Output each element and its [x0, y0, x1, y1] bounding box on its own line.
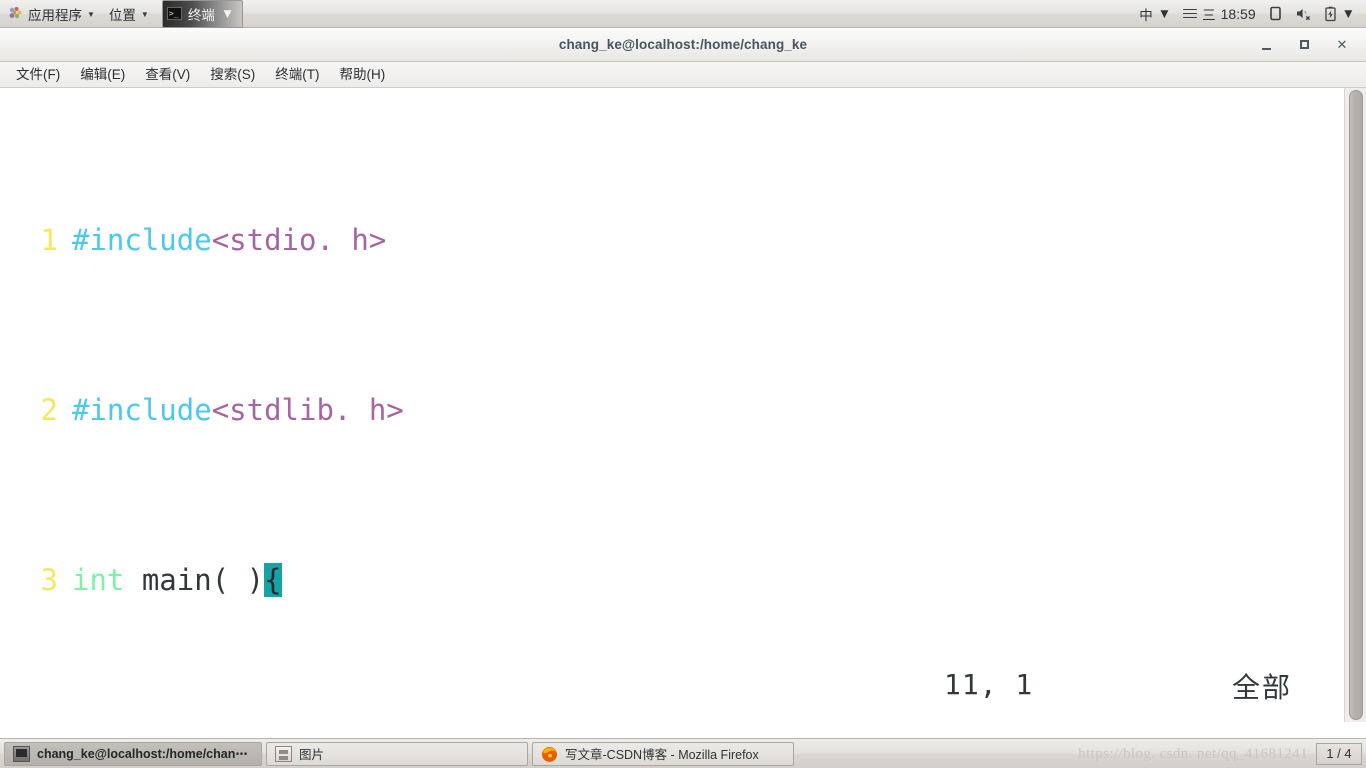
scroll-percent: 全部: [1232, 672, 1293, 703]
token-header: <stdlib. h>: [211, 392, 404, 427]
token-keyword: int: [72, 562, 125, 597]
menu-help[interactable]: 帮助(H): [330, 62, 396, 88]
maximize-button[interactable]: [1296, 37, 1312, 53]
line-number: 1: [40, 222, 58, 257]
menu-edit[interactable]: 编辑(E): [70, 62, 135, 88]
calendar-icon: [1183, 8, 1198, 19]
top-panel: 应用程序 ▼ 位置 ▼ >_ 终端 ▼ 中 ▼ 三 18:59 ▼: [0, 0, 1366, 28]
terminal-scrollbar[interactable]: [1344, 88, 1366, 722]
token-identifier: main( ): [124, 562, 265, 597]
clock-applet[interactable]: 三 18:59: [1178, 0, 1261, 28]
cursor-position: 11, 1: [944, 668, 1034, 701]
taskbar-item-label: 写文章-CSDN博客 - Mozilla Firefox: [565, 748, 759, 762]
workspace-switcher[interactable]: 1 / 4: [1316, 742, 1362, 765]
image-viewer-icon: [275, 745, 292, 762]
taskbar-item-terminal[interactable]: chang_ke@localhost:/home/chan⋯: [4, 741, 262, 766]
chevron-down-icon: ▼: [140, 9, 149, 19]
panel-status-area: 中 ▼ 三 18:59 ▼: [1134, 0, 1366, 28]
taskbar-item-firefox[interactable]: 写文章-CSDN博客 - Mozilla Firefox: [532, 741, 794, 766]
taskbar-item-label: chang_ke@localhost:/home/chan⋯: [37, 747, 248, 761]
volume-indicator[interactable]: [1290, 0, 1317, 28]
token-preprocessor: #include: [72, 222, 212, 257]
chevron-down-icon: ▼: [220, 6, 235, 21]
chevron-down-icon: ▼: [87, 9, 95, 19]
line-number: 3: [40, 562, 58, 597]
menubar: 文件(F) 编辑(E) 查看(V) 搜索(S) 终端(T) 帮助(H): [0, 62, 1366, 88]
vim-status-line: 11, 1 全部: [0, 668, 1344, 708]
code-line: 2 #include<stdlib. h>: [0, 389, 1344, 432]
line-number: 2: [40, 392, 58, 427]
terminal-window: chang_ke@localhost:/home/chang_ke ✕ 文件(F…: [0, 28, 1366, 738]
vim-editor-buffer[interactable]: 1 #include<stdio. h> 2 #include<stdlib. h>…: [0, 88, 1344, 722]
volume-muted-icon: [1296, 9, 1310, 21]
window-list-item-label: 终端: [187, 7, 215, 23]
taskbar-item-label: 图片: [299, 748, 325, 762]
close-button[interactable]: ✕: [1334, 37, 1350, 53]
applications-menu-label: 应用程序: [28, 7, 82, 23]
menu-search[interactable]: 搜索(S): [200, 62, 265, 88]
token-header: <stdio. h>: [211, 222, 387, 257]
display-icon: [1269, 6, 1281, 21]
window-controls: ✕: [1258, 28, 1358, 61]
battery-charging-icon: [1324, 6, 1336, 21]
firefox-icon: [541, 746, 558, 762]
battery-indicator[interactable]: ▼: [1319, 0, 1360, 28]
vim-cursor-match: {: [264, 562, 282, 597]
chevron-down-icon: ▼: [1157, 6, 1172, 21]
chevron-down-icon: ▼: [1341, 6, 1355, 21]
token-preprocessor: #include: [72, 392, 212, 427]
applications-menu[interactable]: 应用程序 ▼: [0, 0, 102, 28]
menu-terminal[interactable]: 终端(T): [265, 62, 329, 88]
menu-file[interactable]: 文件(F): [6, 62, 70, 88]
minimize-button[interactable]: [1258, 37, 1274, 53]
clock-time: 18:59: [1220, 5, 1256, 22]
terminal-icon: >_: [166, 7, 182, 20]
desktop-screen: 应用程序 ▼ 位置 ▼ >_ 终端 ▼ 中 ▼ 三 18:59 ▼ chang_…: [0, 0, 1366, 768]
window-title: chang_ke@localhost:/home/chang_ke: [558, 37, 808, 52]
menu-view[interactable]: 查看(V): [135, 62, 200, 88]
terminal-icon: [13, 745, 30, 762]
scrollbar-thumb[interactable]: [1349, 90, 1363, 720]
taskbar-item-images[interactable]: 图片: [266, 741, 528, 766]
display-indicator[interactable]: [1263, 0, 1288, 28]
places-menu-label: 位置: [108, 7, 136, 23]
input-method-label: 中: [1139, 7, 1153, 23]
window-titlebar[interactable]: chang_ke@localhost:/home/chang_ke ✕: [0, 28, 1366, 62]
input-method-indicator[interactable]: 中 ▼: [1134, 0, 1176, 28]
places-menu[interactable]: 位置 ▼: [102, 0, 156, 28]
gnome-foot-icon: [7, 6, 23, 22]
code-line: 3 int main( ){: [0, 559, 1344, 602]
code-line: 1 #include<stdio. h>: [0, 219, 1344, 262]
window-list-item-terminal[interactable]: >_ 终端 ▼: [161, 0, 244, 28]
taskbar: chang_ke@localhost:/home/chan⋯ 图片 写文章-CS…: [0, 738, 1366, 768]
clock-weekday: 三: [1202, 7, 1216, 23]
watermark-text: https://blog. csdn. net/qq_41681241: [1078, 746, 1308, 762]
terminal-body[interactable]: 1 #include<stdio. h> 2 #include<stdlib. h>…: [0, 88, 1366, 722]
